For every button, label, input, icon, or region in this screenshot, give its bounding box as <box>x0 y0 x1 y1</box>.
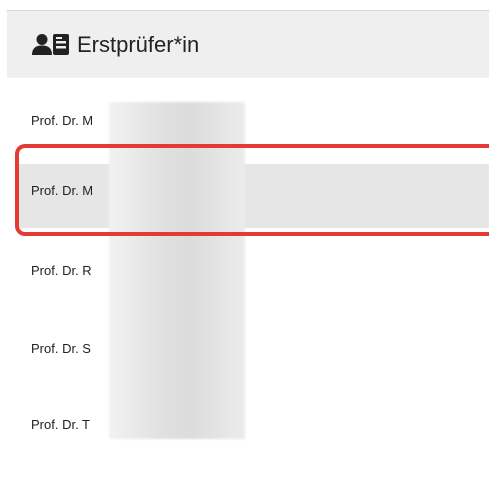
examiner-name: Prof. Dr. R <box>31 262 92 278</box>
examiner-name: Prof. Dr. M <box>31 112 94 128</box>
redaction-blur <box>109 102 245 439</box>
examiner-name: Prof. Dr. M <box>31 182 94 198</box>
examiner-panel: Erstprüfer*in Prof. Dr. M Prof. Dr. M Pr… <box>0 0 489 479</box>
panel-title: Erstprüfer*in <box>77 31 200 57</box>
examiner-name: Prof. Dr. T <box>31 416 90 432</box>
user-card-icon <box>31 33 71 57</box>
panel-header: Erstprüfer*in <box>7 10 489 78</box>
examiner-name: Prof. Dr. S <box>31 340 91 356</box>
